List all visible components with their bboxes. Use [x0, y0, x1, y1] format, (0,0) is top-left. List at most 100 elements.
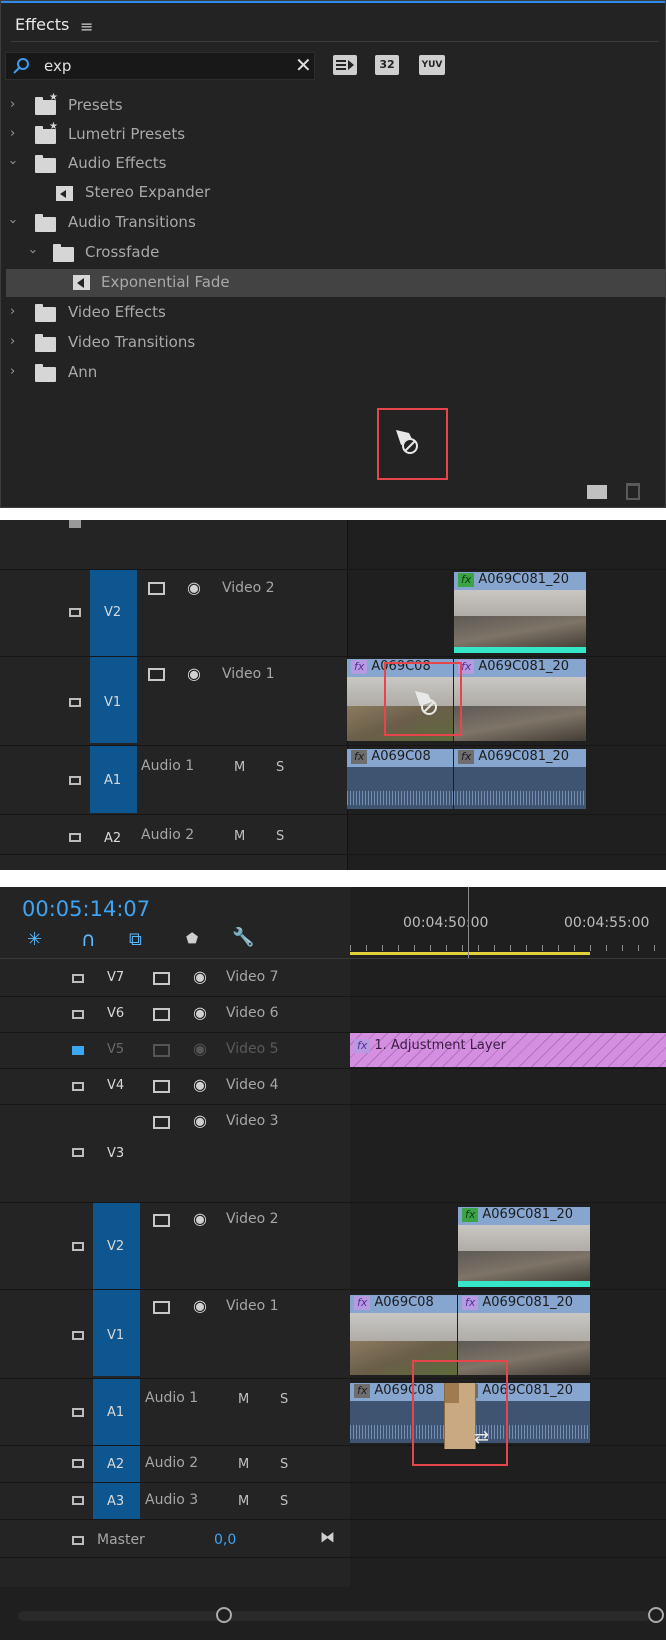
yuv-button[interactable]: YUV — [419, 55, 445, 75]
lock-icon[interactable] — [72, 1459, 84, 1468]
tree-row-lumetri-presets[interactable]: › ★ Lumetri Presets — [1, 121, 665, 149]
snap-icon[interactable]: ∩ — [81, 927, 96, 951]
clip-header[interactable]: fxA069C081_20 — [454, 659, 586, 677]
eye-icon[interactable]: ◉ — [193, 967, 207, 986]
eye-icon[interactable]: ◉ — [193, 1209, 207, 1228]
lock-icon[interactable] — [72, 974, 84, 983]
timecode[interactable]: 00:05:14:07 — [22, 897, 150, 921]
locked-icon[interactable] — [72, 1046, 84, 1055]
track-tag: A2 — [104, 831, 122, 846]
eye-icon[interactable]: ◉ — [193, 1111, 207, 1130]
new-bin-icon[interactable] — [587, 485, 607, 499]
tree-row-crossfade[interactable]: › Crossfade — [1, 239, 665, 267]
solo-button[interactable]: S — [276, 760, 284, 775]
wrench-icon[interactable]: 🔧 — [232, 927, 254, 948]
toggle-sync-icon[interactable] — [153, 1214, 170, 1227]
mute-button[interactable]: M — [234, 829, 245, 844]
lock-icon[interactable] — [69, 776, 81, 785]
tree-row-ann[interactable]: › Ann — [1, 359, 665, 387]
solo-button[interactable]: S — [280, 1457, 288, 1472]
audio-clip-waveform[interactable] — [454, 767, 586, 809]
solo-button[interactable]: S — [276, 829, 284, 844]
linked-selection-icon[interactable]: ⧉ — [129, 929, 142, 950]
mute-button[interactable]: M — [238, 1392, 249, 1407]
lock-icon[interactable] — [69, 520, 81, 528]
lock-icon[interactable] — [72, 1242, 84, 1251]
eye-icon[interactable]: ◉ — [193, 1003, 207, 1022]
playhead[interactable] — [468, 887, 469, 959]
solo-button[interactable]: S — [280, 1392, 288, 1407]
chevron-right-icon[interactable]: › — [10, 364, 15, 379]
tree-row-stereo-expander[interactable]: Stereo Expander — [1, 179, 665, 207]
search-input[interactable]: exp — [44, 57, 71, 75]
clip-thumbnail[interactable] — [458, 1225, 590, 1283]
work-area-bar[interactable] — [350, 952, 590, 955]
trash-icon[interactable] — [626, 483, 640, 500]
go-to-end-icon[interactable]: ⧓ — [320, 1528, 335, 1546]
eye-icon[interactable]: ◉ — [193, 1075, 207, 1094]
mute-button[interactable]: M — [238, 1457, 249, 1472]
lock-icon[interactable] — [72, 1408, 84, 1417]
timeline-scrollbar[interactable] — [18, 1611, 650, 1621]
chevron-right-icon[interactable]: › — [10, 334, 15, 349]
eye-icon[interactable]: ◉ — [187, 578, 201, 597]
clip-header[interactable]: fxA069C081_20 — [458, 1207, 590, 1225]
toggle-sync-icon[interactable] — [153, 1080, 170, 1093]
toggle-sync-icon[interactable] — [148, 582, 165, 595]
mute-button[interactable]: M — [238, 1494, 249, 1509]
tree-row-audio-effects[interactable]: › Audio Effects — [1, 150, 665, 178]
scrollbar-handle-left[interactable] — [216, 1607, 232, 1623]
clip-header[interactable]: fxA069C081_20 — [458, 1295, 590, 1313]
panel-menu-icon[interactable]: ≡ — [80, 17, 93, 36]
lock-icon[interactable] — [69, 833, 81, 842]
search-field[interactable]: exp ✕ — [5, 52, 315, 80]
tree-row-presets[interactable]: › ★ Presets — [1, 92, 665, 120]
lock-icon[interactable] — [72, 1496, 84, 1505]
tree-row-audio-transitions[interactable]: › Audio Transitions — [1, 209, 665, 237]
lock-icon[interactable] — [72, 1331, 84, 1340]
32bit-button[interactable]: 32 — [375, 55, 399, 75]
chevron-down-icon[interactable]: › — [25, 249, 40, 254]
tree-row-exponential-fade[interactable]: Exponential Fade — [6, 269, 665, 297]
chevron-right-icon[interactable]: › — [10, 97, 15, 112]
toggle-sync-icon[interactable] — [153, 1008, 170, 1021]
tree-row-video-effects[interactable]: › Video Effects — [1, 299, 665, 327]
tree-row-video-transitions[interactable]: › Video Transitions — [1, 329, 665, 357]
eye-icon[interactable]: ◉ — [193, 1039, 207, 1058]
toggle-sync-icon[interactable] — [153, 1116, 170, 1129]
chevron-down-icon[interactable]: › — [5, 219, 20, 224]
clip-thumbnail[interactable] — [454, 590, 586, 648]
lock-icon[interactable] — [72, 1148, 84, 1157]
mute-button[interactable]: M — [234, 760, 245, 775]
toggle-sync-icon[interactable] — [153, 1301, 170, 1314]
panel-title[interactable]: Effects — [15, 15, 69, 34]
clear-search-icon[interactable]: ✕ — [295, 53, 312, 77]
toggle-sync-icon[interactable] — [153, 1044, 170, 1057]
toggle-sync-icon[interactable] — [148, 668, 165, 681]
lock-icon[interactable] — [72, 1536, 84, 1545]
chevron-right-icon[interactable]: › — [10, 304, 15, 319]
track-name: Video 2 — [222, 580, 275, 596]
adjustment-layer-clip[interactable]: fx 1. Adjustment Layer — [350, 1033, 666, 1067]
eye-icon[interactable]: ◉ — [187, 664, 201, 683]
chevron-down-icon[interactable]: › — [5, 160, 20, 165]
nest-icon[interactable]: ✳ — [27, 929, 42, 950]
master-volume[interactable]: 0,0 — [214, 1532, 236, 1548]
add-marker-icon[interactable]: ⬟ — [186, 931, 198, 947]
audio-clip-waveform[interactable] — [347, 767, 453, 809]
chevron-right-icon[interactable]: › — [10, 126, 15, 141]
scrollbar-handle-right[interactable] — [648, 1607, 664, 1623]
accelerated-effects-button[interactable] — [333, 55, 357, 75]
clip-thumbnail[interactable] — [454, 677, 586, 741]
clip-header[interactable]: fxA069C081_20 — [454, 572, 586, 590]
lock-icon[interactable] — [69, 698, 81, 707]
lock-icon[interactable] — [69, 608, 81, 617]
lock-icon[interactable] — [72, 1010, 84, 1019]
toggle-sync-icon[interactable] — [153, 972, 170, 985]
eye-icon[interactable]: ◉ — [193, 1296, 207, 1315]
solo-button[interactable]: S — [280, 1494, 288, 1509]
lock-icon[interactable] — [72, 1082, 84, 1091]
clip-header[interactable]: fxA069C081_20 — [454, 749, 586, 767]
clip-header[interactable]: fx A069C08 — [347, 749, 453, 767]
clip-header[interactable]: fx A069C08 — [350, 1295, 457, 1313]
